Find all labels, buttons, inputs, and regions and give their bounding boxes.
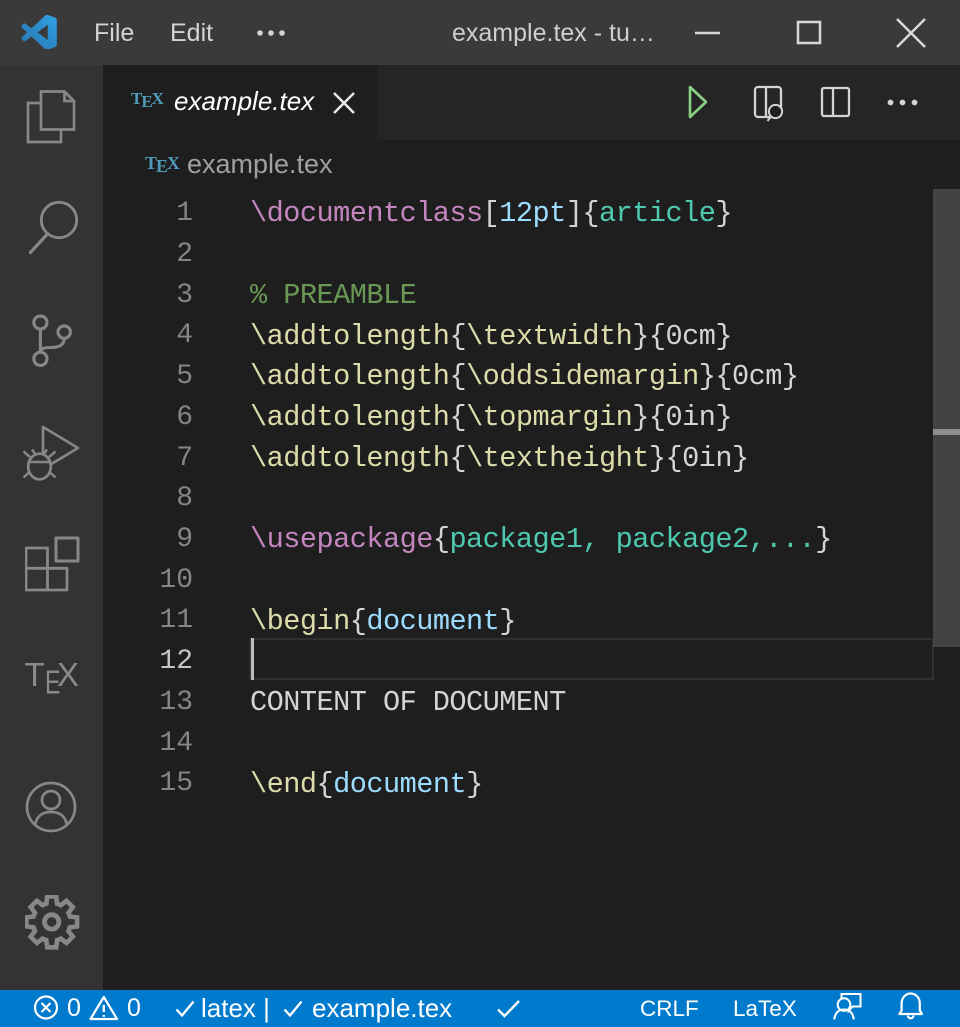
svg-text:X: X bbox=[57, 656, 79, 693]
svg-text:T: T bbox=[25, 656, 45, 693]
